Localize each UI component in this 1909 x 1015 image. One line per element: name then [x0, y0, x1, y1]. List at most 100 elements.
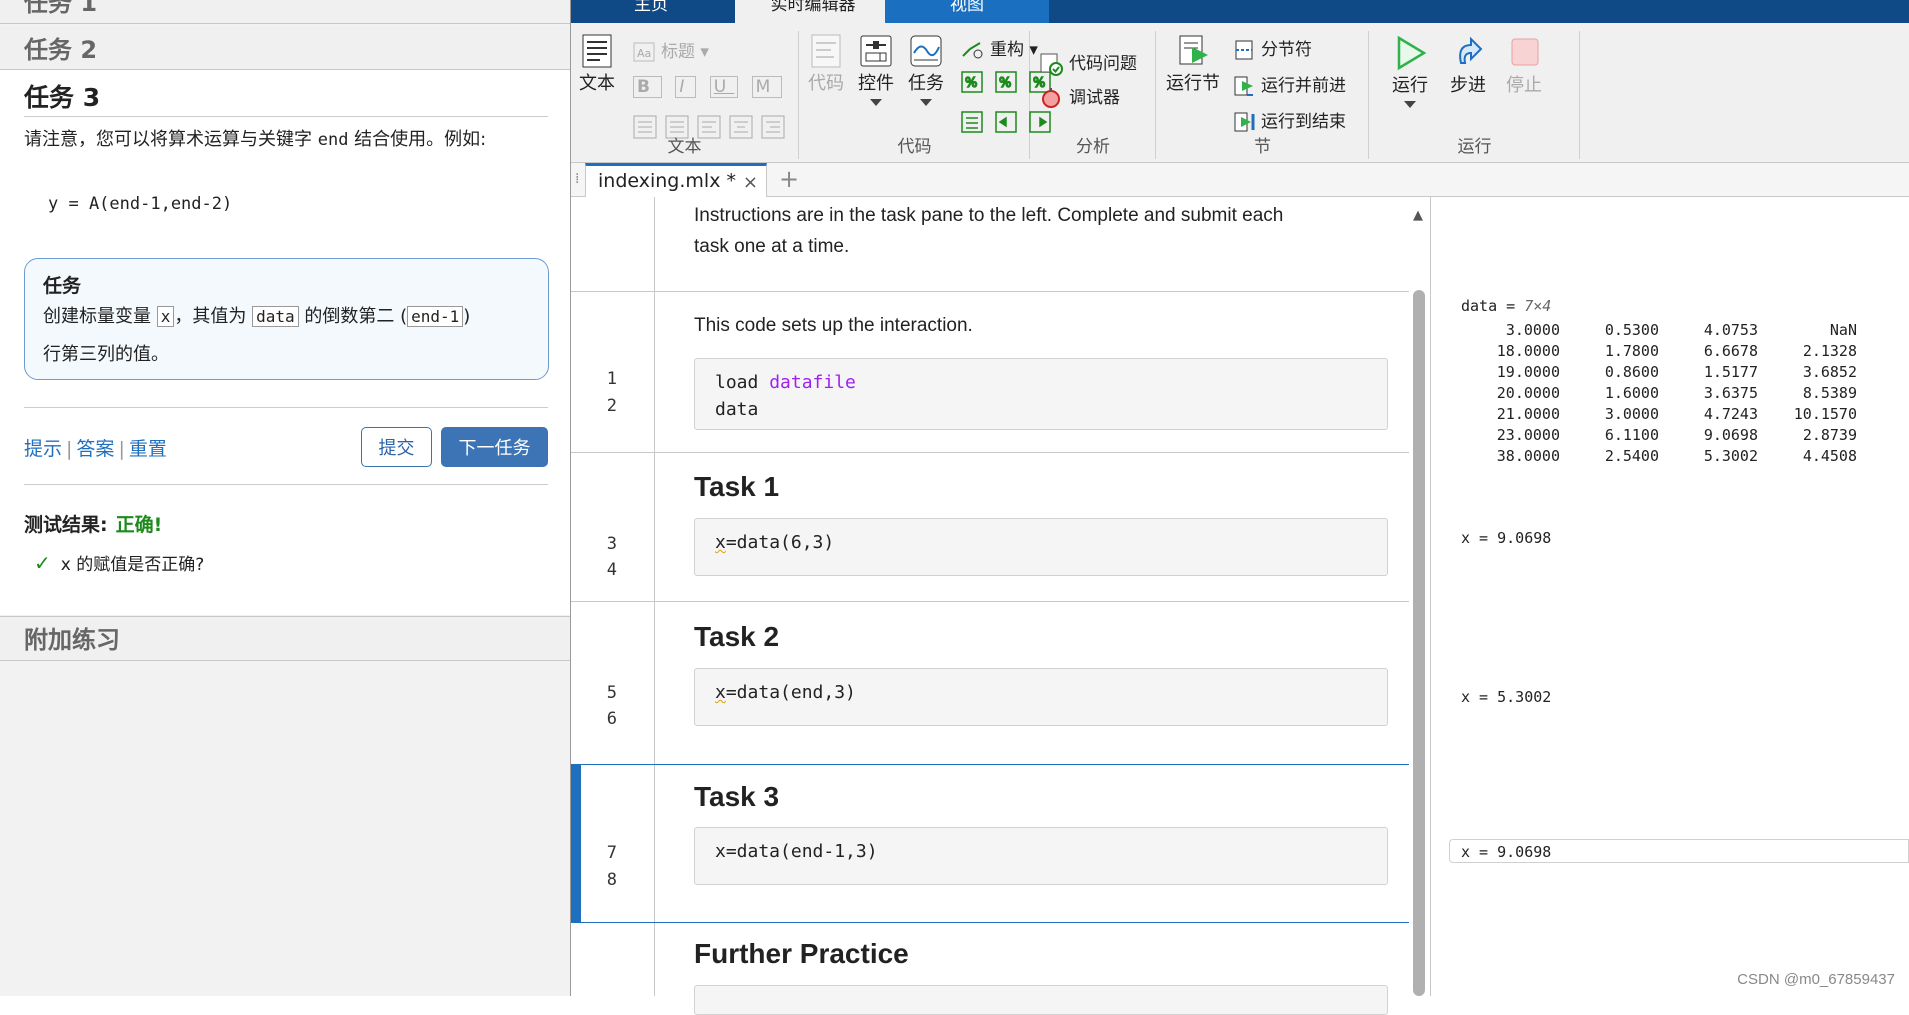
- run-button[interactable]: 运行: [1388, 35, 1432, 108]
- code-icon: [809, 33, 843, 69]
- matrix-cell: 38.0000: [1461, 445, 1560, 466]
- stop-button[interactable]: 停止: [1502, 35, 1546, 97]
- task3-code-cell[interactable]: x=data(end-1,3): [694, 827, 1388, 885]
- test-result-value: 正确!: [116, 514, 163, 536]
- var-x-code: x: [157, 306, 175, 327]
- italic-button[interactable]: I: [675, 76, 696, 98]
- step-icon: [1451, 35, 1485, 71]
- task1-code-cell[interactable]: x=data(6,3): [694, 518, 1388, 576]
- setup-text[interactable]: This code sets up the interaction.: [694, 310, 973, 341]
- control-button[interactable]: 控件: [854, 33, 898, 106]
- svg-text:Aa: Aa: [637, 47, 651, 60]
- run-to-end-icon: [1233, 111, 1255, 133]
- run-advance-button[interactable]: 运行并前进: [1233, 71, 1346, 97]
- code-button-label: 代码: [808, 73, 844, 94]
- intro-line: Instructions are in the task pane to the…: [694, 205, 1283, 226]
- test-result-label: 测试结果:: [24, 514, 108, 536]
- task-button[interactable]: 任务: [904, 33, 948, 106]
- line-number: 1: [571, 369, 655, 389]
- matrix-row: 20.00001.60003.63758.5389: [1461, 382, 1857, 403]
- desc-text-2: 结合使用。例如:: [348, 129, 486, 150]
- task1-header[interactable]: 任务 1: [0, 0, 570, 24]
- code-line: x=data(end-1,3): [715, 841, 878, 862]
- matrix-cell: 0.8600: [1560, 361, 1659, 382]
- code-button[interactable]: 代码: [804, 33, 848, 95]
- matrix-row: 19.00000.86001.51773.6852: [1461, 361, 1857, 382]
- section-divider: [571, 601, 1409, 602]
- code-argument: datafile: [769, 372, 856, 393]
- monospace-button[interactable]: M: [752, 76, 783, 98]
- line-number: 4: [571, 560, 655, 580]
- run-section-icon: [1176, 33, 1210, 69]
- task2-code-cell[interactable]: x=data(end,3): [694, 668, 1388, 726]
- step-button[interactable]: 步进: [1446, 35, 1490, 97]
- task-text: ，其值为: [174, 306, 252, 327]
- scroll-up-arrow[interactable]: ▲: [1413, 208, 1423, 223]
- task3-heading[interactable]: Task 3: [694, 781, 779, 813]
- line-number: 5: [571, 683, 655, 703]
- matrix-row: 18.00001.78006.66782.1328: [1461, 340, 1857, 361]
- task-links: 提示|答案|重置: [24, 434, 167, 461]
- stop-label: 停止: [1506, 75, 1542, 96]
- further-code-cell[interactable]: [694, 985, 1388, 1015]
- bold-button[interactable]: B: [633, 76, 662, 98]
- run-to-end-button[interactable]: 运行到结束: [1233, 107, 1346, 133]
- run-section-button[interactable]: 运行节: [1163, 33, 1223, 95]
- task-pane: 任务 1 任务 2 任务 3 请注意，您可以将算术运算与关键字 end 结合使用…: [0, 0, 571, 996]
- task-button-label: 任务: [908, 73, 944, 94]
- intro-text[interactable]: Instructions are in the task pane to the…: [694, 200, 1283, 262]
- matrix-cell: 3.0000: [1560, 403, 1659, 424]
- tab-grip-icon[interactable]: ⁞: [575, 171, 579, 187]
- live-editor[interactable]: Instructions are in the task pane to the…: [571, 197, 1409, 996]
- code-var: x: [715, 682, 726, 703]
- answer-link[interactable]: 答案: [76, 438, 114, 460]
- matrix-row: 21.00003.00004.724310.1570: [1461, 403, 1857, 424]
- refactor-dropdown[interactable]: 重构 ▾: [960, 35, 1038, 61]
- extra-practice-header[interactable]: 附加练习: [0, 616, 570, 661]
- code-var: x: [715, 532, 726, 553]
- underline-button[interactable]: U: [710, 76, 738, 98]
- check-text: x 的赋值是否正确?: [61, 555, 205, 575]
- next-task-button[interactable]: 下一任务: [441, 427, 548, 467]
- tab-label: indexing.mlx *: [598, 170, 736, 192]
- tab-view[interactable]: 视图: [885, 0, 1049, 23]
- text-button[interactable]: 文本: [577, 33, 617, 95]
- task3-panel: 任务 3 请注意，您可以将算术运算与关键字 end 结合使用。例如: y = A…: [0, 70, 570, 615]
- section-break-button[interactable]: 分节符: [1233, 35, 1312, 61]
- tab-live-editor[interactable]: 实时编辑器: [735, 0, 891, 24]
- debugger-button[interactable]: 调试器: [1039, 83, 1120, 110]
- add-tab-icon[interactable]: +: [779, 165, 799, 193]
- var-data-code: data: [252, 306, 299, 327]
- debugger-label: 调试器: [1069, 88, 1120, 108]
- heading-icon: Aa: [633, 42, 655, 62]
- example-code: y = A(end-1,end-2): [48, 194, 232, 214]
- output-pane: data = 7×4 3.00000.53004.0753NaN18.00001…: [1431, 197, 1909, 996]
- further-practice-heading[interactable]: Further Practice: [694, 938, 909, 970]
- matrix-cell: 4.4508: [1758, 445, 1857, 466]
- text-icon: [580, 33, 614, 69]
- hint-link[interactable]: 提示: [24, 438, 62, 460]
- task-text: 的倒数第二 (: [299, 306, 407, 327]
- reset-link[interactable]: 重置: [129, 438, 167, 460]
- setup-code-cell[interactable]: load datafiledata: [694, 358, 1388, 430]
- tab-indexing-mlx[interactable]: indexing.mlx * ×: [585, 163, 767, 197]
- heading-dropdown[interactable]: Aa标题 ▾: [633, 37, 709, 62]
- code-line: =data(end,3): [726, 682, 856, 703]
- step-label: 步进: [1450, 75, 1486, 96]
- close-icon[interactable]: ×: [743, 172, 758, 193]
- code-issues-button[interactable]: 代码问题: [1039, 49, 1137, 76]
- matrix-cell: 2.1328: [1758, 340, 1857, 361]
- section-break-icon: [1233, 39, 1255, 61]
- matrix-cell: 5.3002: [1659, 445, 1758, 466]
- vertical-scrollbar[interactable]: [1413, 290, 1425, 996]
- code-line: =data(6,3): [726, 532, 834, 553]
- data-output-header: data = 7×4: [1461, 297, 1551, 315]
- task1-heading[interactable]: Task 1: [694, 471, 779, 503]
- desc-text: 请注意，您可以将算术运算与关键字: [24, 129, 318, 150]
- submit-button[interactable]: 提交: [361, 427, 432, 467]
- document-tab-bar: ⁞ indexing.mlx * × +: [571, 163, 1909, 197]
- matrix-cell: 23.0000: [1461, 424, 1560, 445]
- tab-home[interactable]: 主页: [571, 0, 731, 23]
- task2-header[interactable]: 任务 2: [0, 26, 570, 70]
- task2-heading[interactable]: Task 2: [694, 621, 779, 653]
